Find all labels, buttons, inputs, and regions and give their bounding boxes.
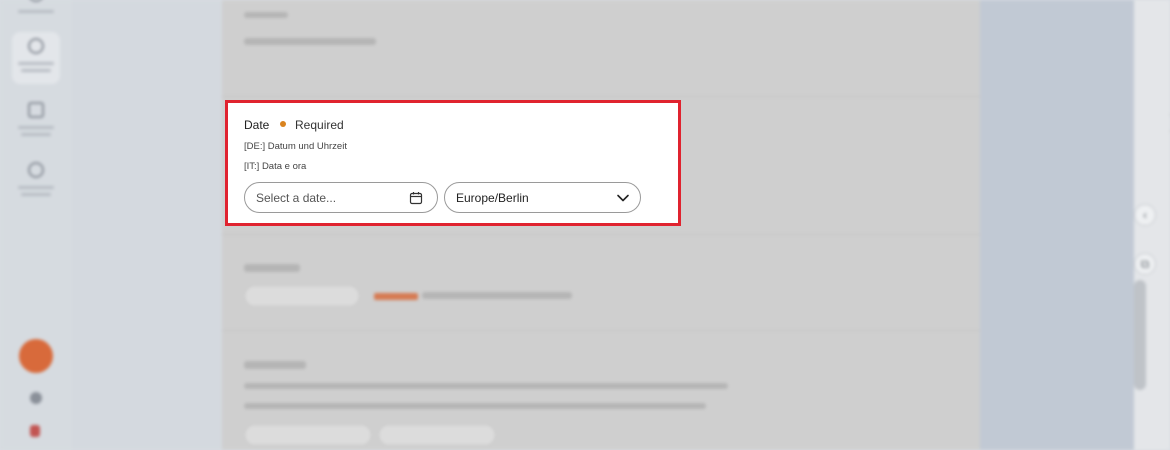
rail-text [18,126,54,129]
pin-icon[interactable] [30,425,40,437]
rail-text [18,62,54,65]
timezone-select[interactable]: Europe/Berlin [444,182,641,213]
left-rail [0,0,72,450]
collapse-left-icon[interactable]: ‹ [1134,204,1156,226]
rail-item[interactable] [12,156,60,208]
required-dot [280,121,286,127]
translation-it: [IT:] Data e ora [244,161,307,172]
right-panel [980,0,1134,450]
translation-de: [DE:] Datum und Uhrzeit [244,141,347,152]
rail-text [18,10,54,13]
left-spacer [72,0,222,450]
date-field-card: Date Required [DE:] Datum und Uhrzeit [I… [225,100,681,226]
blurred-text [422,292,572,299]
blurred-text [244,383,728,389]
divider [222,330,980,331]
blurred-text [244,361,306,369]
chevron-down-icon[interactable] [616,193,630,203]
calendar-icon[interactable] [409,191,423,205]
scrollbar[interactable] [1134,280,1146,390]
rail-text [21,133,51,136]
blurred-chip [244,285,360,307]
settings-icon[interactable] [30,392,42,404]
globe-icon [28,38,44,54]
blurred-text [244,403,706,409]
rail-text [21,69,51,72]
rail-item-active[interactable] [12,32,60,84]
rail-text [18,186,54,189]
avatar[interactable] [19,339,53,373]
field-label: Date [244,118,270,132]
blurred-chip [378,424,496,446]
required-label: Required [295,118,344,132]
copy-icon[interactable]: ⧉ [1134,253,1156,275]
rail-icon [28,0,44,2]
date-input[interactable]: Select a date... [244,182,438,213]
blurred-badge [374,293,418,300]
date-placeholder: Select a date... [256,191,337,205]
blurred-text [244,12,288,18]
timezone-value: Europe/Berlin [456,191,529,205]
blurred-text [244,38,376,45]
blurred-chip [244,424,372,446]
divider [222,96,980,97]
blurred-text [244,264,300,272]
divider [222,234,980,235]
rail-item[interactable] [12,96,60,148]
globe-icon [28,162,44,178]
box-icon [28,102,44,118]
rail-text [21,193,51,196]
rail-item[interactable] [12,0,60,32]
